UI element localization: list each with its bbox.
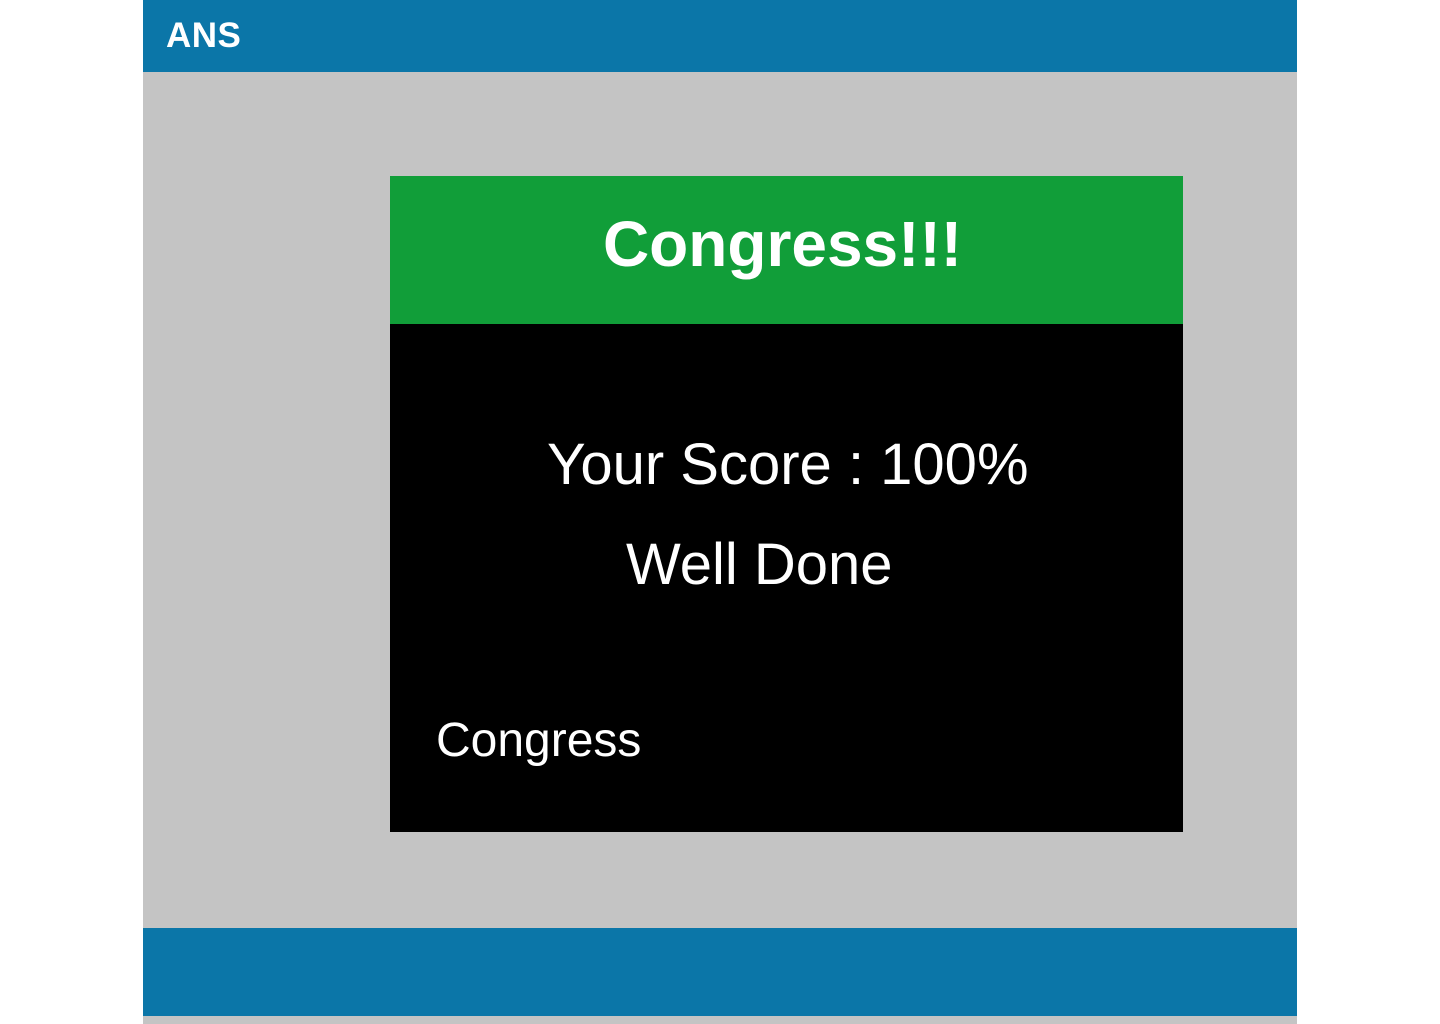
result-card-header: Congress!!! (390, 176, 1183, 324)
result-footnote: Congress (436, 714, 642, 767)
score-label: Your Score (547, 432, 832, 497)
result-message: Well Done (626, 532, 893, 597)
bottom-footer (143, 928, 1297, 1016)
score-line: Your Score : 100% (547, 430, 1029, 500)
app-shell: ANS Congress!!! Your Score : 100% Well D… (143, 0, 1297, 1024)
score-separator: : (831, 432, 881, 497)
score-value: 100% (880, 432, 1029, 497)
top-header: ANS (143, 0, 1297, 72)
brand-logo-text: ANS (166, 16, 242, 55)
result-card: Congress!!! Your Score : 100% Well Done … (390, 176, 1183, 832)
result-title: Congress!!! (602, 208, 963, 280)
